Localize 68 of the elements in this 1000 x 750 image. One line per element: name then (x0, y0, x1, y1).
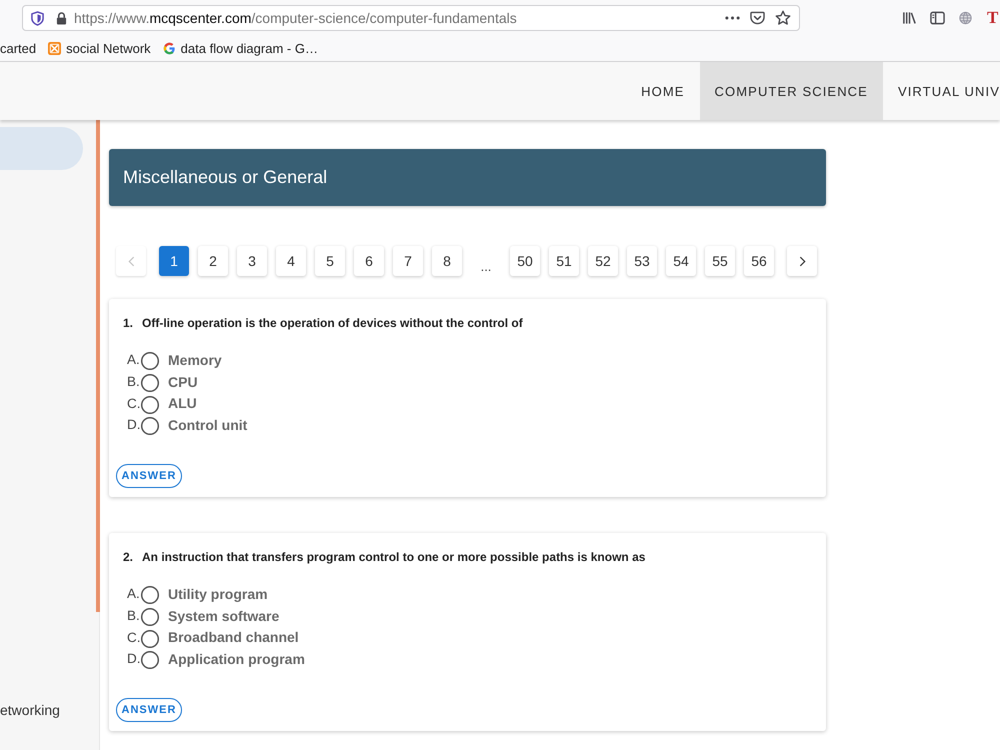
page-button[interactable]: 2 (198, 246, 228, 276)
scrollbar-thumb[interactable] (96, 120, 100, 612)
sidebar-item[interactable]: etworking (0, 688, 83, 731)
option-text[interactable]: ALU (168, 395, 197, 412)
option-text[interactable]: Memory (168, 352, 222, 368)
nav-link[interactable]: COMPUTER SCIENCE (700, 62, 883, 120)
nav-link[interactable]: HOME (626, 62, 700, 120)
radio-button[interactable] (140, 351, 160, 372)
more-icon[interactable] (725, 16, 740, 20)
option-letter: A. (127, 352, 140, 368)
option-text[interactable]: System software (168, 608, 280, 624)
option-letter: B. (127, 608, 140, 624)
radio-button[interactable] (140, 607, 160, 628)
address-bar[interactable]: https://www.mcqscenter.com/computer-science/computer-fundamentals (22, 5, 800, 31)
page-button[interactable]: 5 (315, 246, 345, 276)
option-letter: B. (127, 374, 140, 390)
radio-button[interactable] (140, 373, 160, 394)
page-button[interactable]: 56 (744, 246, 774, 276)
radio-button[interactable] (140, 650, 160, 670)
globe-icon[interactable] (958, 11, 973, 25)
shield-icon[interactable] (31, 10, 44, 26)
bookmark-link[interactable]: social Network (66, 41, 151, 56)
page-button[interactable]: 7 (393, 246, 423, 276)
option-text[interactable]: Control unit (168, 416, 248, 433)
library-icon[interactable] (902, 11, 917, 25)
radio-button[interactable] (140, 628, 160, 649)
page-button[interactable]: 55 (705, 246, 735, 276)
extension-button[interactable]: T (987, 8, 998, 28)
page-button[interactable]: 54 (666, 246, 696, 276)
tile-icon (48, 42, 62, 55)
option-letter: A. (127, 586, 140, 602)
radio-button[interactable] (140, 394, 160, 415)
star-icon[interactable] (775, 10, 791, 26)
lock-icon[interactable] (56, 12, 67, 24)
option-text[interactable]: CPU (168, 374, 198, 390)
page-button[interactable]: 1 (159, 246, 189, 276)
section-title: Miscellaneous or General (123, 167, 328, 188)
page-button[interactable]: 52 (588, 246, 618, 276)
option-letter: C. (127, 630, 140, 645)
answer-button[interactable]: ANSWER (116, 464, 182, 488)
chevron-shield-icon[interactable] (750, 11, 765, 25)
option-text[interactable]: Utility program (168, 586, 268, 602)
answer-button[interactable]: ANSWER (116, 698, 182, 722)
page-button[interactable]: 53 (627, 246, 657, 276)
option-letter: D. (127, 417, 140, 432)
option-text[interactable]: Application program (168, 650, 305, 667)
sidebar-icon[interactable] (930, 11, 945, 25)
question-number: 1. (123, 315, 134, 331)
letter-g-icon (162, 42, 176, 55)
question-text: An instruction that transfers program control to one or more possible paths is known as (142, 549, 646, 565)
url-text[interactable]: https://www.mcqscenter.com/computer-science/computer-fundamentals (74, 10, 517, 26)
radio-button[interactable] (140, 416, 160, 436)
question-number: 2. (123, 549, 134, 565)
question-text: Off-line operation is the operation of devices without the control of (142, 315, 523, 331)
pagination-ellipsis: ... (480, 260, 492, 274)
page-button[interactable]: 3 (237, 246, 267, 276)
page-button[interactable]: 6 (354, 246, 384, 276)
option-letter: C. (127, 396, 140, 411)
option-letter: D. (127, 651, 140, 666)
radio-button[interactable] (140, 585, 160, 606)
option-text[interactable]: Broadband channel (168, 629, 299, 646)
nav-link[interactable]: VIRTUAL UNIV (882, 62, 1000, 120)
page-button[interactable]: 51 (549, 246, 579, 276)
page-button[interactable]: 8 (432, 246, 462, 276)
bookmark-link[interactable]: carted (0, 41, 36, 56)
bookmark-link[interactable]: data flow diagram - G… (180, 41, 318, 56)
page-button[interactable]: 50 (510, 246, 540, 276)
page-button[interactable]: 4 (276, 246, 306, 276)
